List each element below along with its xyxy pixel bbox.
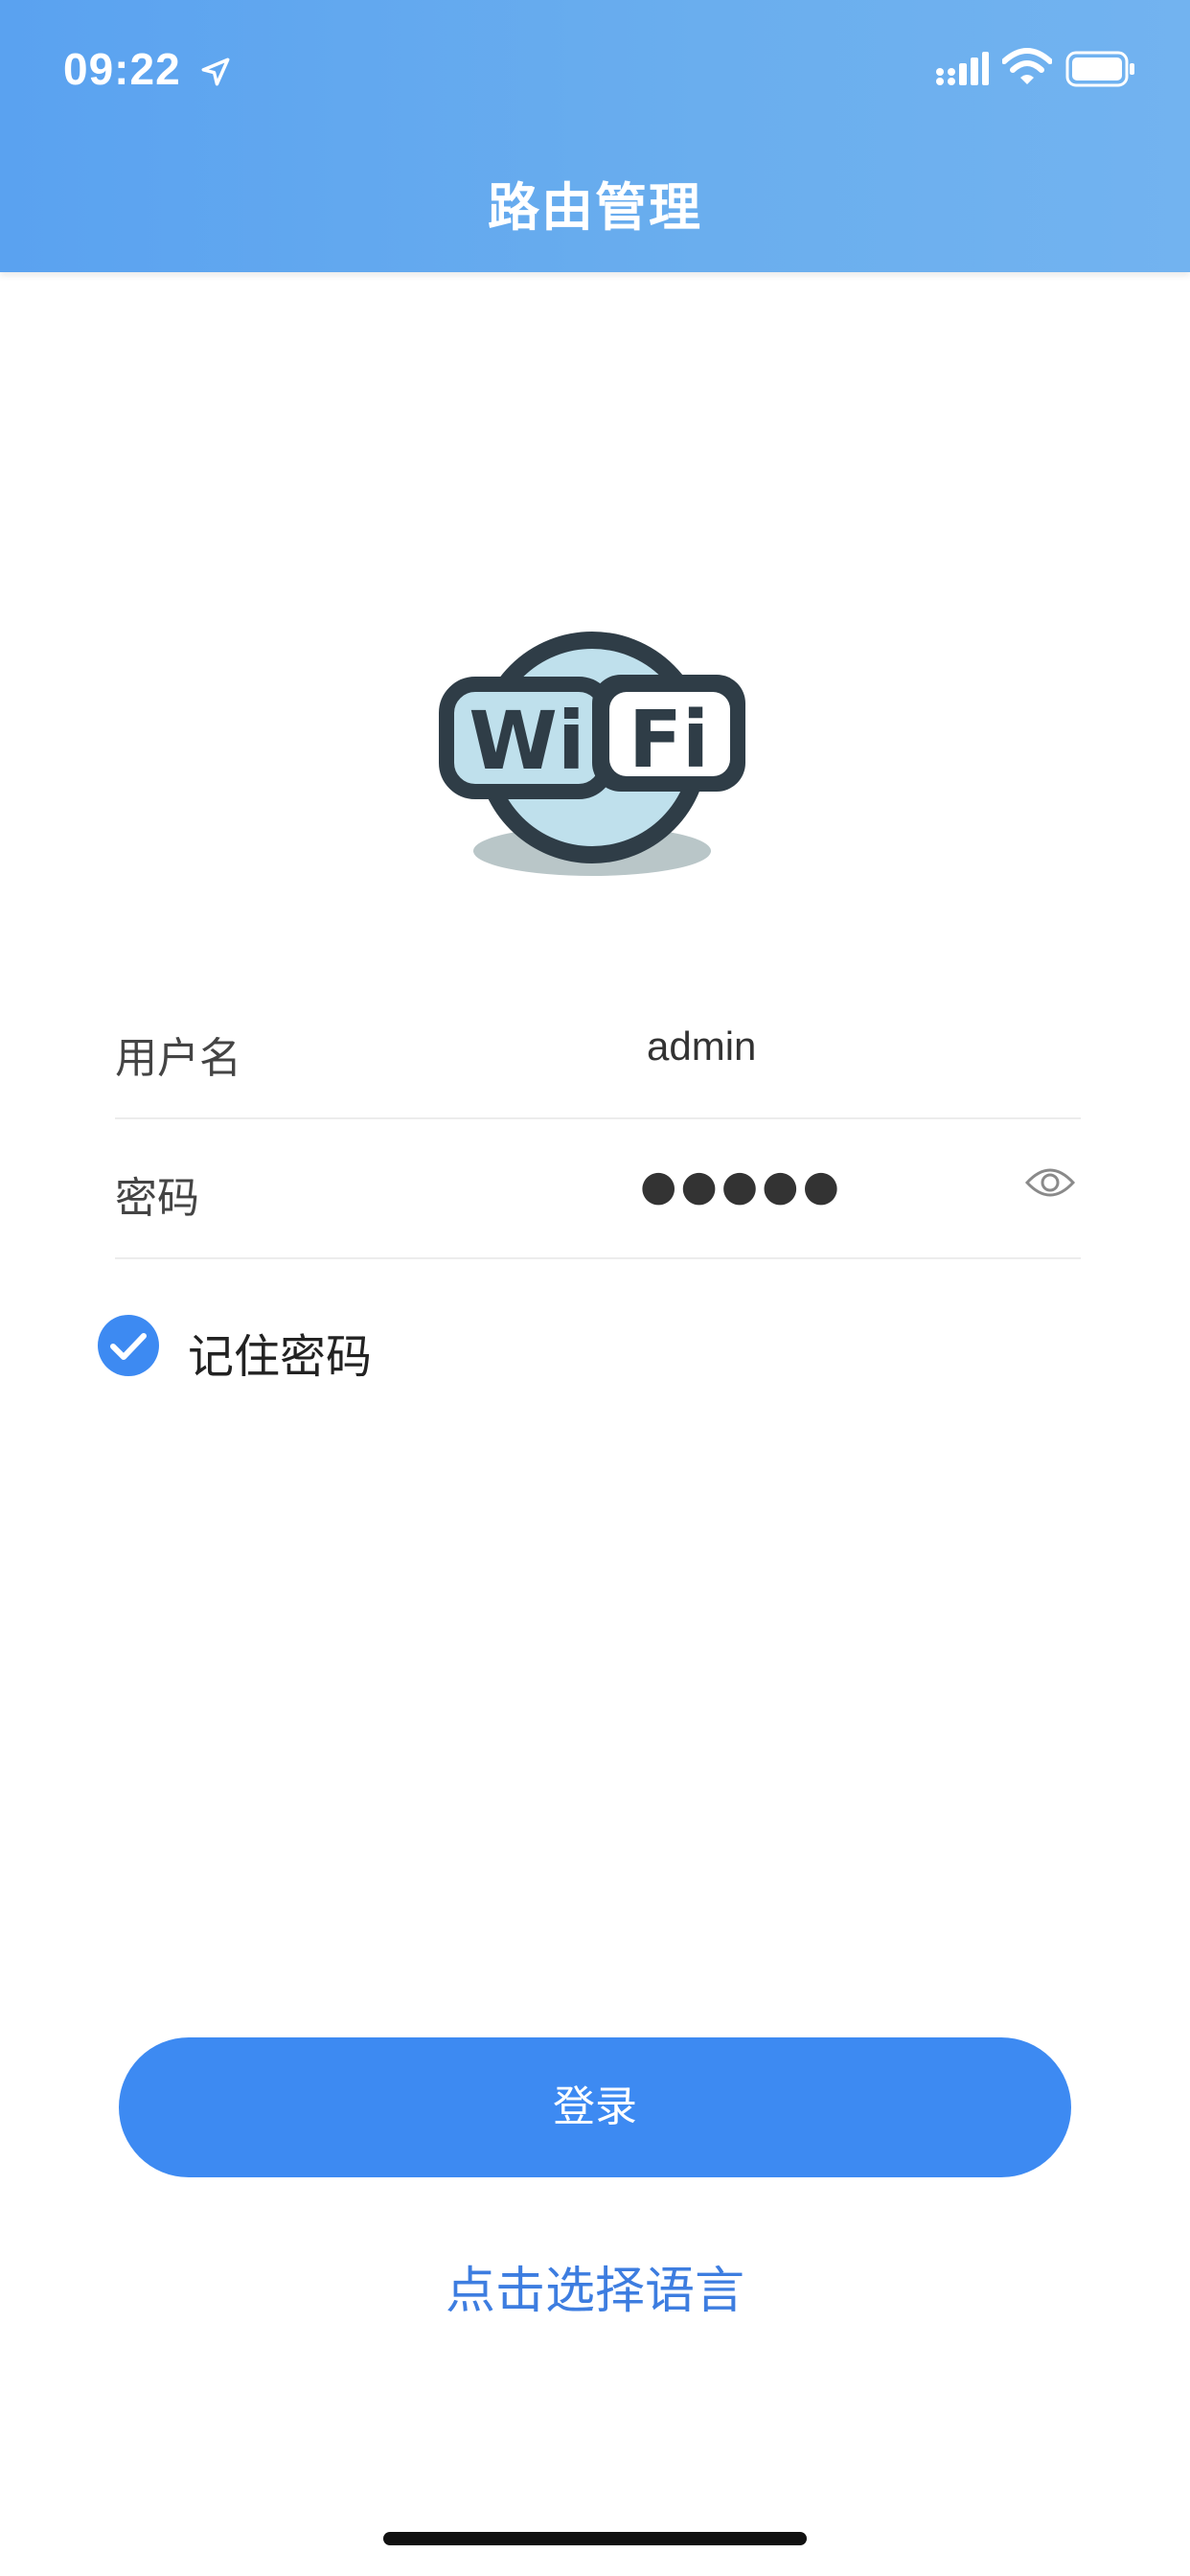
home-indicator[interactable] — [383, 2532, 807, 2545]
location-arrow-icon — [201, 58, 230, 86]
eye-icon[interactable] — [1025, 1163, 1075, 1202]
username-row[interactable]: 用户名 admin — [115, 978, 1081, 1119]
username-input[interactable]: admin — [647, 1024, 756, 1070]
cellular-signal-icon — [936, 52, 989, 85]
remember-password-label: 记住密码 — [188, 1330, 373, 1384]
header-bar: 09:22 路由管理 — [0, 0, 1190, 272]
username-label: 用户名 — [115, 1034, 241, 1083]
wifi-status-icon — [1002, 48, 1052, 84]
wifi-logo-icon: Wi Fi — [439, 632, 745, 876]
password-row[interactable]: 密码 ●●●●● — [115, 1117, 1081, 1259]
password-label: 密码 — [115, 1174, 199, 1223]
login-screen: 09:22 路由管理 Wi Fi 用户名 admin 密码 ●●●●● 记住密码… — [0, 0, 1190, 2576]
login-button[interactable]: 登录 — [119, 2037, 1071, 2177]
status-time: 09:22 — [63, 44, 181, 94]
battery-icon — [1065, 51, 1134, 87]
checkbox-checked-icon[interactable] — [96, 1313, 161, 1378]
select-language-link[interactable]: 点击选择语言 — [0, 2250, 1190, 2322]
logo-text-wi: Wi — [469, 694, 584, 788]
password-input[interactable]: ●●●●● — [640, 1162, 843, 1210]
logo-text-fi: Fi — [629, 695, 709, 786]
page-title: 路由管理 — [488, 177, 702, 238]
